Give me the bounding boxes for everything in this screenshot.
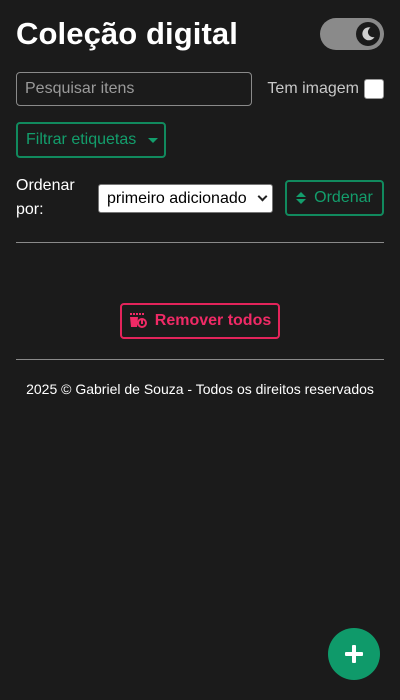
chevron-down-icon xyxy=(257,191,268,202)
header: Coleção digital xyxy=(16,16,384,52)
caret-down-icon xyxy=(148,137,159,143)
divider xyxy=(16,242,384,243)
has-image-checkbox[interactable] xyxy=(364,79,384,99)
remove-all-button[interactable]: Remover todos xyxy=(120,303,280,339)
trash-icon xyxy=(129,313,147,328)
search-input[interactable] xyxy=(16,72,252,106)
sort-select[interactable]: primeiro adicionado xyxy=(98,184,273,213)
plus-icon xyxy=(345,645,363,663)
has-image-filter[interactable]: Tem imagem xyxy=(267,79,384,99)
sort-select-value: primeiro adicionado xyxy=(107,189,247,207)
sort-icon xyxy=(296,192,307,204)
page-title: Coleção digital xyxy=(16,16,238,51)
moon-icon xyxy=(362,27,375,41)
theme-toggle-knob xyxy=(356,22,380,46)
footer-text: 2025 © Gabriel de Souza - Todos os direi… xyxy=(26,381,374,397)
sort-button-label: Ordenar xyxy=(314,189,373,206)
sort-button[interactable]: Ordenar xyxy=(285,180,384,216)
filter-tags-button[interactable]: Filtrar etiquetas xyxy=(16,122,166,158)
remove-all-label: Remover todos xyxy=(154,312,272,329)
add-item-button[interactable] xyxy=(328,628,380,680)
sort-label: Ordenar por: xyxy=(16,177,75,218)
theme-toggle[interactable] xyxy=(320,18,384,50)
search-row: Tem imagem xyxy=(16,72,384,106)
has-image-label: Tem imagem xyxy=(267,80,359,97)
divider xyxy=(16,359,384,360)
filter-tags-label: Filtrar etiquetas xyxy=(26,131,137,148)
